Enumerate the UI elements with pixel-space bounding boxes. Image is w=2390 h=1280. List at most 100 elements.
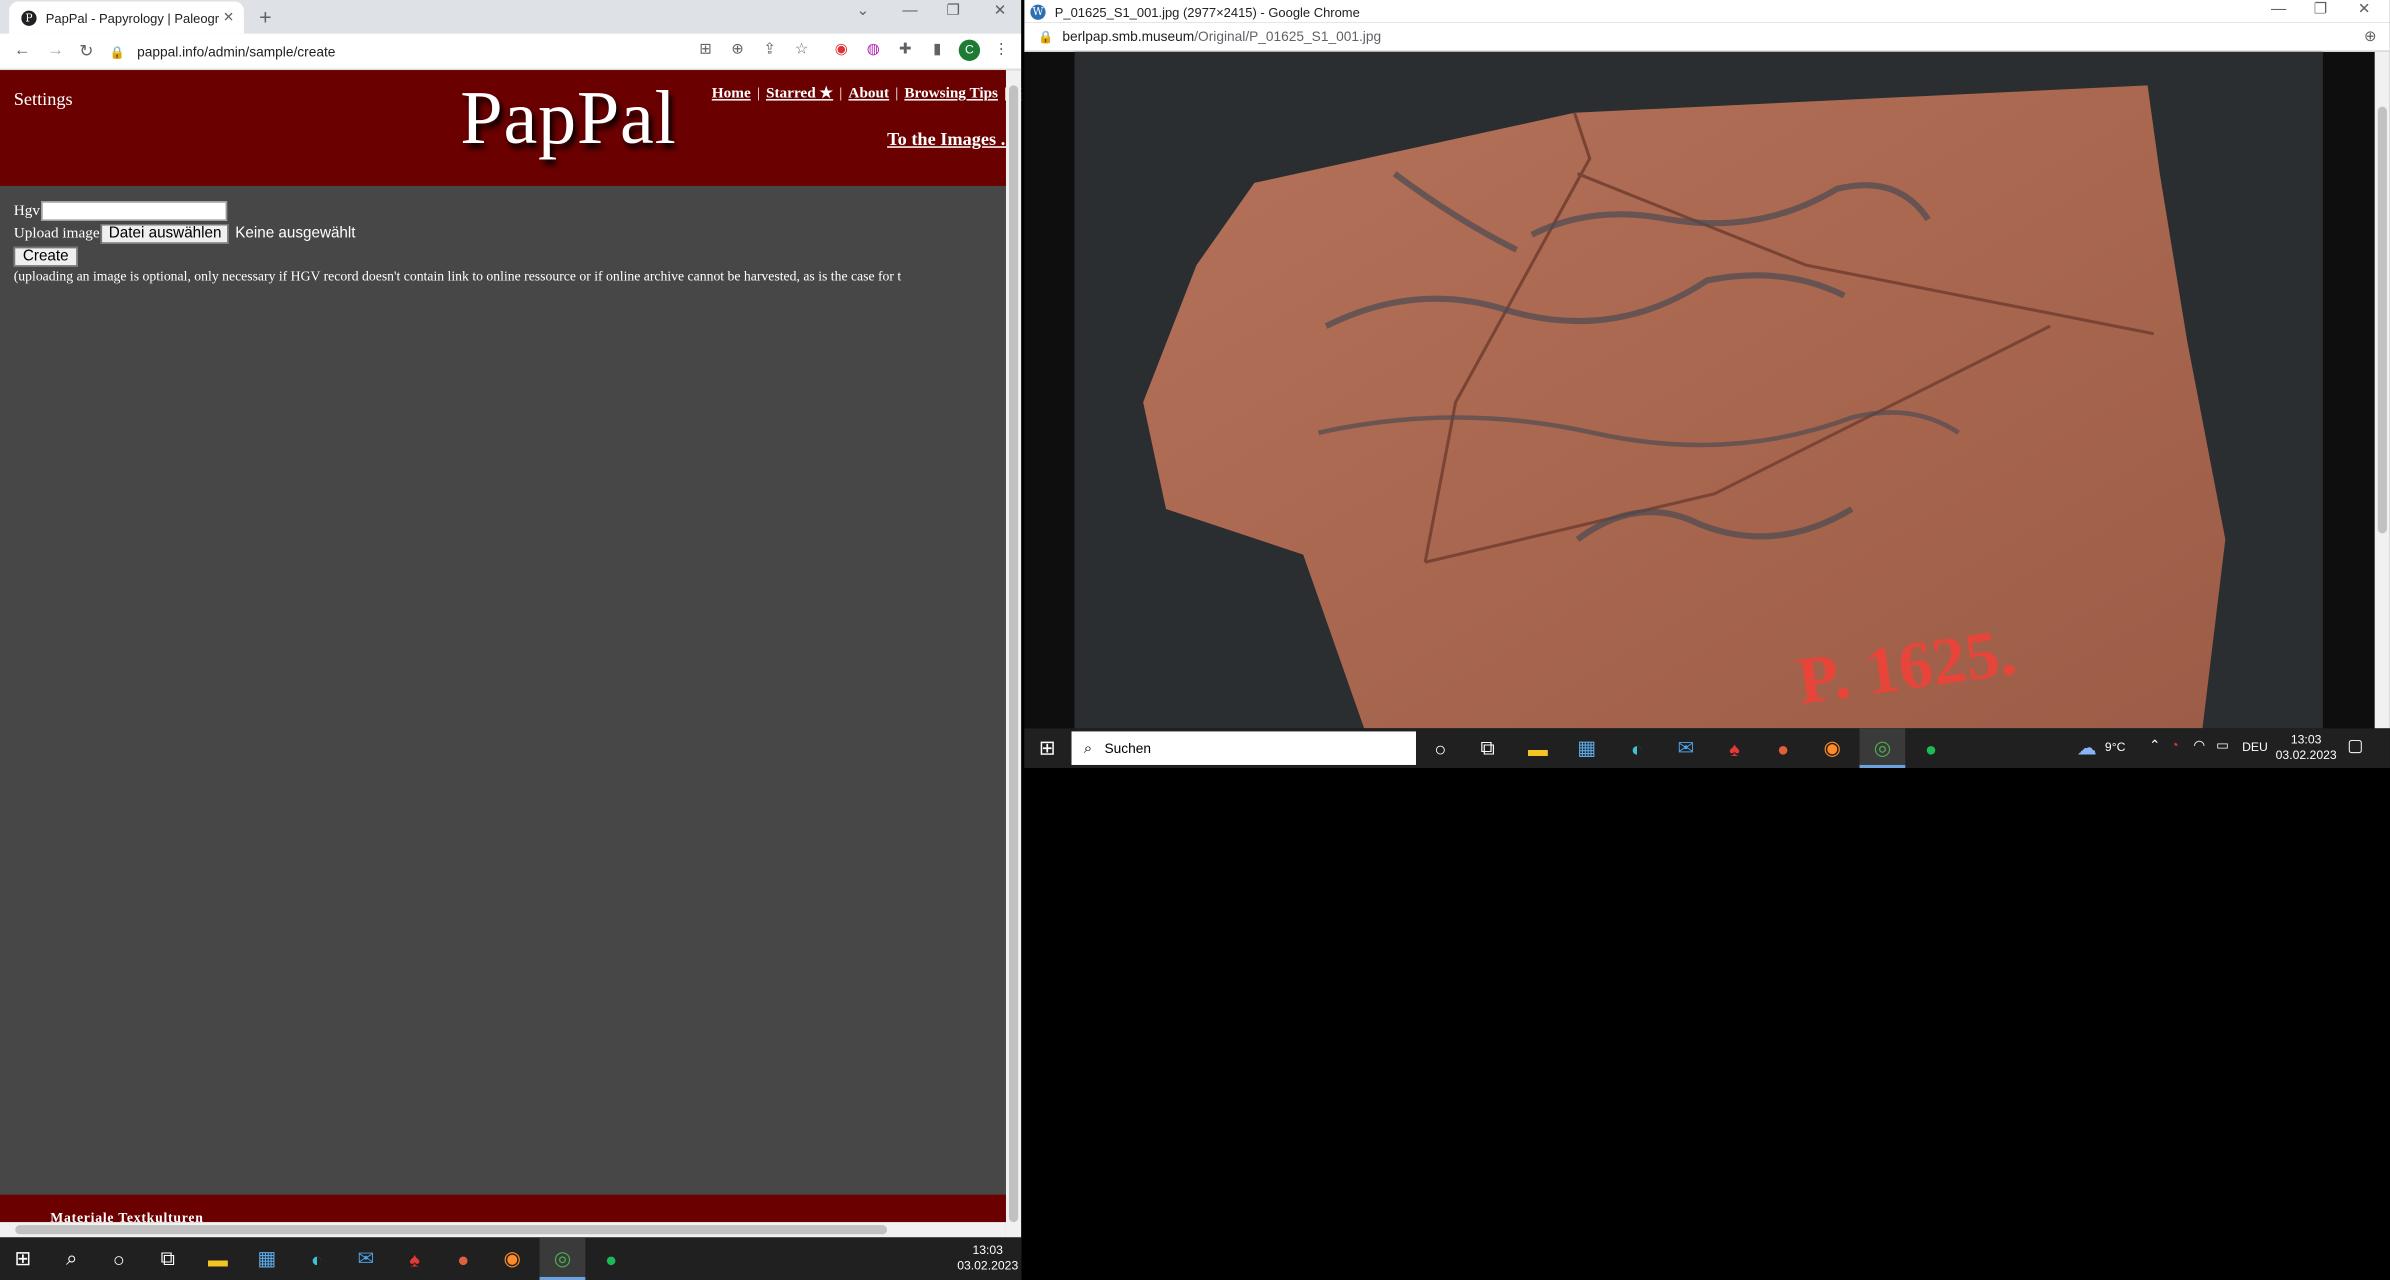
right-weather-temp: 9°C [2104, 740, 2126, 755]
right-taskview-icon[interactable]: ⧉ [1474, 734, 1501, 761]
right-search-icon: ⌕ [1083, 739, 1093, 757]
pappal-favicon-icon: P [21, 9, 37, 26]
share-icon[interactable]: ⇪ [761, 41, 779, 59]
right-taskbar: ⊞ ⌕ Suchen ○ ⧉ ▬ ▦ ◐ ✉ ♠ ● ◉ ◎ ● ☁ 9°C ⌃… [1024, 728, 2390, 768]
extension-purple-icon[interactable]: ◍ [864, 41, 882, 59]
right-edge-icon[interactable]: ◐ [1623, 734, 1650, 761]
hgv-input[interactable] [41, 200, 228, 221]
close-window-icon[interactable]: ✕ [994, 3, 1007, 20]
mail-icon[interactable]: ✉ [352, 1245, 379, 1272]
right-explorer-icon[interactable]: ▬ [1524, 734, 1551, 761]
cortana-icon[interactable]: ○ [105, 1245, 132, 1272]
right-lang-indicator[interactable]: DEU [2242, 741, 2268, 755]
upload-image-label: Upload image [13, 224, 100, 242]
right-chrome-icon[interactable]: ◎ [1869, 734, 1896, 761]
right-address-bar[interactable]: 🔒 berlpap.smb.museum/Original/P_01625_S1… [1024, 22, 2390, 52]
taskbar: ⊞ ⌕ ○ ⧉ ▬ ▦ ◐ ✉ ♠ ● ◉ ◎ ● 13:03 03.02.20… [0, 1237, 1022, 1280]
spotify-icon[interactable]: ● [597, 1245, 624, 1272]
right-close-icon[interactable]: ✕ [2358, 2, 2371, 19]
tab-bar: P PapPal - Papyrology | Paleograph ✕ + ⌄… [0, 0, 1022, 34]
create-button[interactable]: Create [13, 246, 78, 266]
nav-starred[interactable]: Starred ★ [766, 85, 833, 102]
right-tray-chevron-icon[interactable]: ⌃ [2149, 738, 2161, 755]
right-search-box[interactable]: ⌕ Suchen [1071, 731, 1416, 765]
powerpoint-icon[interactable]: ● [450, 1245, 477, 1272]
profile-avatar[interactable]: C [958, 39, 981, 61]
right-vertical-scroll-thumb[interactable] [2377, 106, 2387, 534]
restore-icon[interactable]: ❐ [947, 3, 961, 20]
edge-icon[interactable]: ◐ [303, 1245, 330, 1272]
right-lock-icon: 🔒 [1037, 29, 1054, 44]
right-spotify-icon[interactable]: ● [1917, 734, 1944, 761]
right-network-icon[interactable]: ◠ [2193, 738, 2205, 755]
nav-home[interactable]: Home [712, 85, 751, 102]
horizontal-scrollbar[interactable] [0, 1222, 1006, 1238]
nav-browsing-tips[interactable]: Browsing Tips [904, 85, 998, 102]
start-icon[interactable]: ⊞ [9, 1245, 36, 1272]
right-start-icon[interactable]: ⊞ [1033, 734, 1060, 761]
no-file-selected-text: Keine ausgewählt [235, 224, 356, 242]
right-tray-app-icon[interactable]: ◔ [2170, 738, 2178, 753]
right-restore-icon[interactable]: ❐ [2314, 2, 2328, 19]
choose-file-button[interactable]: Datei auswählen [101, 223, 230, 244]
settings-link[interactable]: Settings [14, 88, 73, 111]
right-firefox-icon[interactable]: ◉ [1818, 734, 1845, 761]
tab-pappal[interactable]: P PapPal - Papyrology | Paleograph ✕ [9, 1, 244, 34]
extension-red-icon[interactable]: ◉ [832, 41, 850, 59]
back-icon[interactable]: ← [14, 41, 31, 59]
right-zoom-icon[interactable]: ⊕ [2364, 28, 2377, 45]
hgv-label: Hgv [13, 201, 40, 219]
store-icon[interactable]: ▦ [253, 1245, 280, 1272]
taskbar-date: 03.02.2023 [957, 1258, 1019, 1273]
right-battery-icon[interactable]: ▭ [2216, 738, 2229, 755]
nav-about[interactable]: About [848, 85, 889, 102]
lock-icon: 🔒 [109, 44, 125, 59]
right-browser-window: W P_01625_S1_001.jpg (2977×2415) - Googl… [1024, 0, 2390, 729]
ostracon-drawing [1074, 51, 2323, 729]
right-minimize-icon[interactable]: — [2271, 2, 2286, 19]
right-weather-icon[interactable]: ☁ [2073, 734, 2100, 761]
taskbar-clock[interactable]: 13:03 03.02.2023 [957, 1243, 1018, 1273]
right-store-icon[interactable]: ▦ [1573, 734, 1600, 761]
vertical-scrollbar[interactable] [1005, 70, 1022, 1238]
right-search-placeholder: Suchen [1104, 740, 1151, 756]
tab-close-icon[interactable]: ✕ [219, 9, 237, 26]
top-nav: Home|Starred ★|About|Browsing Tips|G [712, 85, 1021, 102]
right-acrobat-icon[interactable]: ♠ [1721, 734, 1748, 761]
forward-icon[interactable]: → [47, 41, 64, 59]
browser-toolbar: ← → ↻ 🔒 pappal.info/admin/sample/create … [0, 33, 1022, 71]
menu-kebab-icon[interactable]: ⋮ [992, 41, 1010, 59]
side-panel-icon[interactable]: ▮ [928, 41, 946, 59]
right-url-host: berlpap.smb.museum [1062, 28, 1195, 45]
bookmark-star-icon[interactable]: ☆ [793, 41, 811, 59]
acrobat-icon[interactable]: ♠ [401, 1245, 428, 1272]
taskview-icon[interactable]: ⧉ [154, 1245, 181, 1272]
tab-search-icon[interactable]: ⌄ [857, 3, 870, 20]
chrome-icon[interactable]: ◎ [549, 1245, 576, 1272]
extensions-puzzle-icon[interactable]: ✚ [896, 41, 914, 59]
ostracon-image[interactable]: P. 1625. [1074, 51, 2323, 729]
right-vertical-scrollbar[interactable] [2374, 51, 2390, 729]
translate-icon[interactable]: ⊞ [697, 41, 715, 59]
pappal-footer: Materiale Textkulturen [0, 1194, 1006, 1226]
right-clock[interactable]: 13:03 03.02.2023 [2276, 733, 2337, 763]
file-explorer-icon[interactable]: ▬ [204, 1245, 231, 1272]
zoom-icon[interactable]: ⊕ [729, 41, 747, 59]
vertical-scroll-thumb[interactable] [1009, 85, 1019, 1223]
reload-icon[interactable]: ↻ [79, 41, 93, 61]
right-mail-icon[interactable]: ✉ [1672, 734, 1699, 761]
minimize-icon[interactable]: — [902, 3, 917, 20]
address-bar[interactable]: 🔒 pappal.info/admin/sample/create [110, 38, 682, 65]
pappal-logo[interactable]: PapPal [460, 73, 676, 161]
right-notification-icon[interactable]: ▢ [2347, 736, 2363, 756]
firefox-icon[interactable]: ◉ [498, 1245, 525, 1272]
upload-note: (uploading an image is optional, only ne… [13, 268, 902, 284]
search-icon[interactable]: ⌕ [58, 1245, 85, 1272]
right-clock-time: 13:03 [2290, 732, 2322, 747]
right-powerpoint-icon[interactable]: ● [1770, 734, 1797, 761]
to-the-images-link[interactable]: To the Images ... [887, 128, 1014, 151]
right-cortana-icon[interactable]: ○ [1427, 734, 1454, 761]
new-tab-button[interactable]: + [259, 5, 271, 29]
tab-title: PapPal - Papyrology | Paleograph [45, 9, 220, 26]
horizontal-scroll-thumb[interactable] [15, 1225, 888, 1235]
